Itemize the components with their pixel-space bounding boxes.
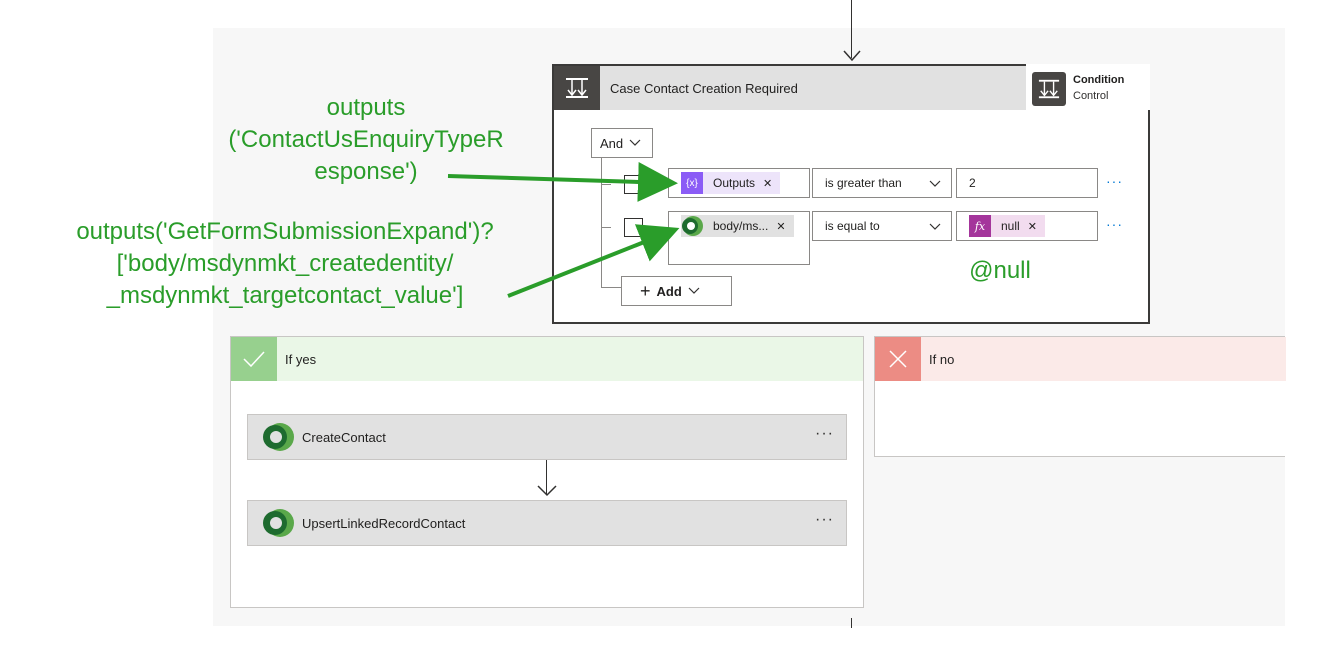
annotation-arrows: [447, 162, 680, 298]
annotation-arrow: [507, 224, 680, 298]
annotation-arrow: [447, 162, 678, 202]
